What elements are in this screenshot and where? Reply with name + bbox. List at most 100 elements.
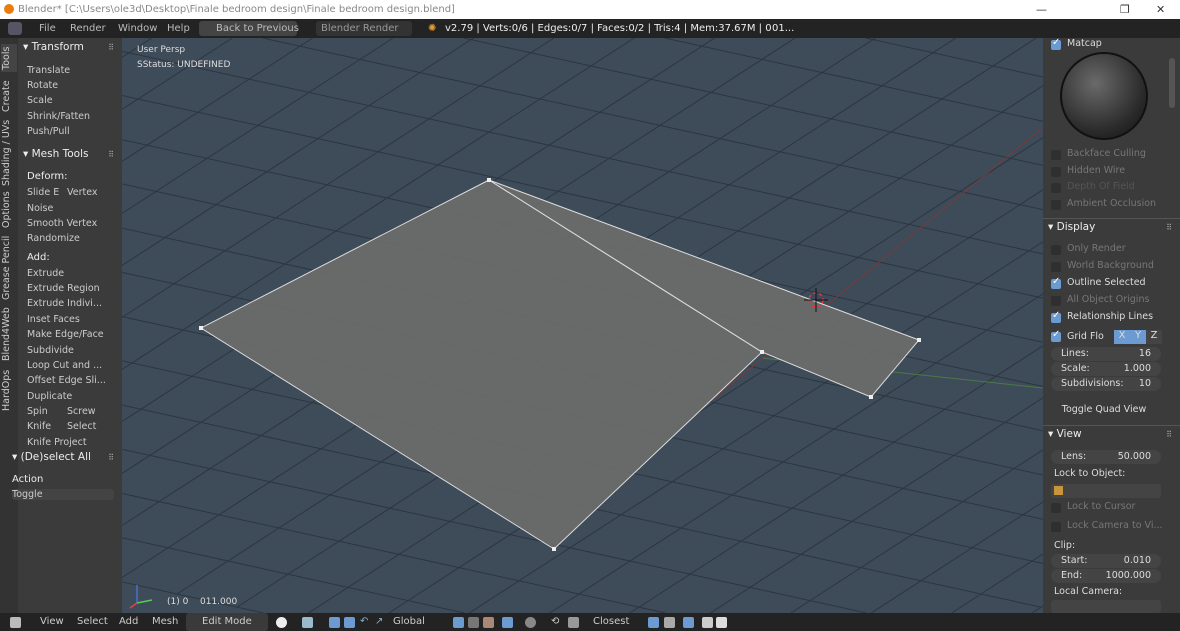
display-option-checkbox[interactable] xyxy=(1051,245,1061,255)
grid-subdivisions-field[interactable]: Subdivisions: 10 xyxy=(1051,377,1161,391)
vertex-select-icon[interactable] xyxy=(453,617,464,628)
close-button[interactable]: ✕ xyxy=(1156,0,1165,19)
extrude-region-button[interactable]: Extrude Region xyxy=(27,283,100,294)
shading-option-checkbox[interactable] xyxy=(1051,150,1061,160)
make-edge-face-button[interactable]: Make Edge/Face xyxy=(27,329,104,340)
toggle-quad-view-button[interactable]: Toggle Quad View xyxy=(1049,404,1159,415)
grid-axis-x-toggle[interactable]: X xyxy=(1114,330,1130,344)
menu-select[interactable]: Select xyxy=(77,613,108,631)
shading-solid-icon[interactable] xyxy=(276,617,287,628)
display-option-checkbox[interactable] xyxy=(1051,296,1061,306)
grid-axis-z-toggle[interactable]: Z xyxy=(1146,330,1162,344)
slide-edge-button[interactable]: Slide E xyxy=(27,187,59,198)
knife-select-button[interactable]: Select xyxy=(67,421,96,432)
matcap-preview[interactable] xyxy=(1060,52,1148,140)
operator-panel-header[interactable]: ▾ (De)select All ⠿ xyxy=(4,449,122,466)
display-panel-header[interactable]: ▾ Display ⠿ xyxy=(1043,218,1180,235)
lens-field[interactable]: Lens: 50.000 xyxy=(1051,450,1161,464)
spin-button[interactable]: Spin xyxy=(27,406,48,417)
smooth-vertex-button[interactable]: Smooth Vertex xyxy=(27,218,97,229)
render-anim-icon[interactable] xyxy=(716,617,727,628)
randomize-button[interactable]: Randomize xyxy=(27,233,80,244)
action-select[interactable]: Toggle xyxy=(12,489,114,500)
clip-end-field[interactable]: End: 1000.000 xyxy=(1051,569,1161,583)
translate-button[interactable]: Translate xyxy=(27,65,70,76)
viewport-canvas[interactable] xyxy=(122,38,1043,613)
brush-icon[interactable] xyxy=(664,617,675,628)
limit-selection-icon[interactable] xyxy=(502,617,513,628)
opengl-render-icon[interactable] xyxy=(683,617,694,628)
tab-options[interactable]: Options xyxy=(1,190,17,230)
render-image-icon[interactable] xyxy=(702,617,713,628)
shading-option-checkbox[interactable] xyxy=(1051,183,1061,194)
translate-manipulator-icon[interactable] xyxy=(344,617,355,628)
lock-to-cursor-checkbox[interactable] xyxy=(1051,503,1061,513)
snap-element-icon[interactable] xyxy=(568,617,579,628)
subdivide-button[interactable]: Subdivide xyxy=(27,345,74,356)
tab-grease-pencil[interactable]: Grease Pencil xyxy=(1,236,17,300)
scale-button[interactable]: Scale xyxy=(27,95,53,106)
editor-type-icon[interactable] xyxy=(10,617,21,628)
transform-panel-header[interactable]: ▾ Transform ⠿ xyxy=(18,39,122,56)
snap-icon[interactable]: ⟲ xyxy=(551,613,559,631)
local-camera-field[interactable] xyxy=(1051,600,1161,613)
clip-start-field[interactable]: Start: 0.010 xyxy=(1051,554,1161,568)
knife-project-button[interactable]: Knife Project xyxy=(27,437,87,448)
properties-scrollbar[interactable] xyxy=(1169,58,1175,108)
menu-window[interactable]: Window xyxy=(118,19,157,38)
noise-button[interactable]: Noise xyxy=(27,203,53,214)
minimize-button[interactable]: — xyxy=(1036,0,1047,19)
loop-cut-button[interactable]: Loop Cut and ... xyxy=(27,360,102,371)
grid-scale-field[interactable]: Scale: 1.000 xyxy=(1051,362,1161,376)
shading-option-checkbox[interactable] xyxy=(1051,200,1061,211)
tab-blend4web[interactable]: Blend4Web xyxy=(1,306,17,362)
extrude-button[interactable]: Extrude xyxy=(27,268,64,279)
menu-file[interactable]: File xyxy=(39,19,56,38)
lock-object-field[interactable] xyxy=(1051,484,1161,498)
grid-lines-field[interactable]: Lines: 16 xyxy=(1051,347,1161,361)
offset-edge-slide-button[interactable]: Offset Edge Sli... xyxy=(27,375,106,386)
edge-select-icon[interactable] xyxy=(468,617,479,628)
knife-button[interactable]: Knife xyxy=(27,421,51,432)
snap-target-select[interactable]: Closest xyxy=(593,613,629,631)
display-option-checkbox[interactable] xyxy=(1051,276,1061,289)
duplicate-button[interactable]: Duplicate xyxy=(27,391,72,402)
slide-vertex-button[interactable]: Vertex xyxy=(67,187,98,198)
proportional-edit-icon[interactable] xyxy=(525,617,536,628)
mesh-tools-panel-header[interactable]: ▾ Mesh Tools ⠿ xyxy=(18,146,122,163)
menu-render[interactable]: Render xyxy=(70,19,106,38)
editor-type-icon[interactable] xyxy=(8,22,22,35)
orientation-select[interactable]: Global xyxy=(393,613,425,631)
manipulator-icon[interactable] xyxy=(329,617,340,628)
rotate-manipulator-icon[interactable]: ↶ xyxy=(360,613,368,631)
shading-option-checkbox[interactable] xyxy=(1051,166,1061,177)
3d-viewport[interactable]: User Persp SStatus: UNDEFINED (1) 0 011.… xyxy=(122,38,1043,613)
menu-help[interactable]: Help xyxy=(167,19,190,38)
tab-create[interactable]: Create xyxy=(1,78,17,114)
lock-camera-checkbox[interactable] xyxy=(1051,522,1061,532)
render-engine-select[interactable]: Blender Render xyxy=(316,21,412,36)
pivot-icon[interactable] xyxy=(302,617,313,628)
snap-options-icon[interactable] xyxy=(648,617,659,628)
matcap-checkbox[interactable] xyxy=(1051,37,1061,50)
grid-axis-y-toggle[interactable]: Y xyxy=(1130,330,1146,344)
shrink-fatten-button[interactable]: Shrink/Fatten xyxy=(27,111,90,122)
push-pull-button[interactable]: Push/Pull xyxy=(27,126,70,137)
mode-select[interactable]: Edit Mode xyxy=(186,613,268,631)
menu-mesh[interactable]: Mesh xyxy=(152,613,178,631)
extrude-individual-button[interactable]: Extrude Indivi... xyxy=(27,298,102,309)
view-panel-header[interactable]: ▾ View ⠿ xyxy=(1043,425,1180,442)
menu-view[interactable]: View xyxy=(40,613,64,631)
back-to-previous-button[interactable]: Back to Previous xyxy=(199,21,299,36)
rotate-button[interactable]: Rotate xyxy=(27,80,58,91)
face-select-icon[interactable] xyxy=(483,617,494,628)
scale-manipulator-icon[interactable]: ↗ xyxy=(375,613,383,631)
maximize-button[interactable]: ❐ xyxy=(1120,0,1130,19)
grid-floor-checkbox[interactable] xyxy=(1051,329,1061,342)
menu-add[interactable]: Add xyxy=(119,613,138,631)
display-option-checkbox[interactable] xyxy=(1051,310,1061,323)
tab-shading-uvs[interactable]: Shading / UVs xyxy=(1,120,17,186)
screw-button[interactable]: Screw xyxy=(67,406,96,417)
display-option-checkbox[interactable] xyxy=(1051,262,1061,272)
tab-hardops[interactable]: HardOps xyxy=(1,368,17,412)
